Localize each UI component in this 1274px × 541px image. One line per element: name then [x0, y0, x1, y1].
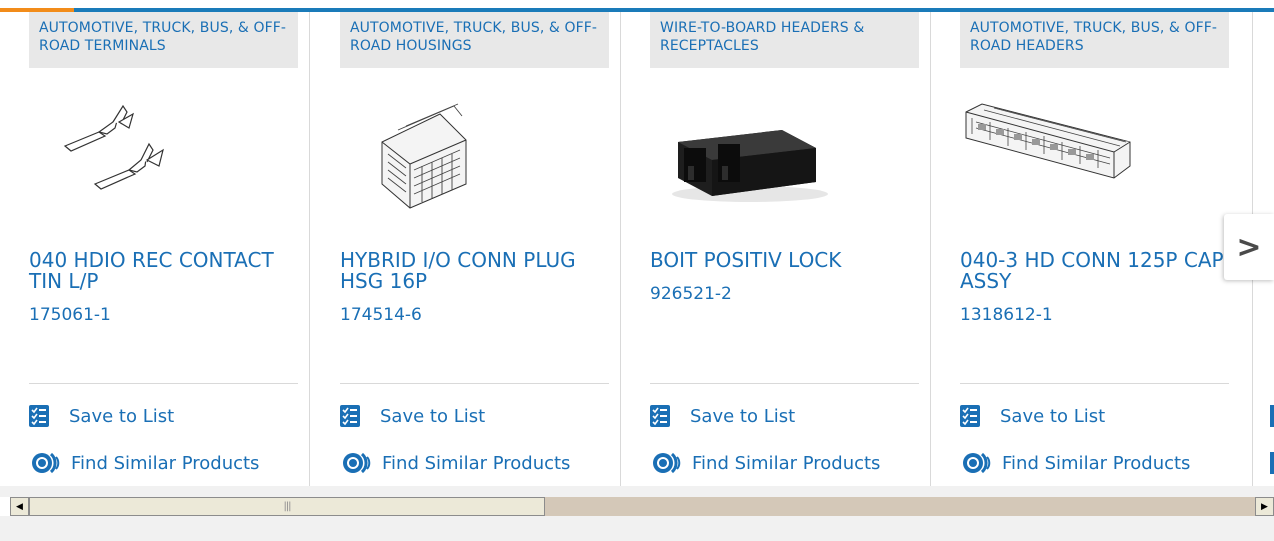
category-label[interactable]: AUTOMOTIVE, TRUCK, BUS, & OFF-ROAD TERMI…: [29, 12, 298, 68]
part-number-link[interactable]: 926521-2: [650, 284, 732, 304]
similar-products-icon: [343, 452, 371, 474]
card-separator: [29, 383, 298, 384]
scrollbar-thumb[interactable]: |||: [29, 497, 545, 516]
page-bottom-area: [0, 516, 1274, 541]
product-card: WIRE-TO-BOARD HEADERS & RECEPTACLES BOIT…: [650, 12, 931, 486]
scroll-left-arrow-icon[interactable]: ◀: [10, 497, 29, 516]
category-label[interactable]: AUTOMOTIVE, TRUCK, BUS, & OFF-ROAD HOUSI…: [340, 12, 609, 68]
save-to-list-label: Save to List: [380, 405, 486, 427]
checklist-icon: [29, 405, 49, 427]
find-similar-products-button[interactable]: Find Similar Products: [29, 450, 259, 476]
product-card: AUTOMOTIVE, TRUCK, BUS, & OFF-ROAD TERMI…: [29, 12, 310, 486]
product-image[interactable]: [960, 84, 1229, 214]
product-card: AUTOMOTIVE, TRUCK, BUS, & OFF-ROAD HEADE…: [960, 12, 1240, 486]
part-number-link[interactable]: 1318612-1: [960, 305, 1053, 325]
next-card-find-icon-peek: [1270, 452, 1274, 474]
similar-products-icon: [963, 452, 991, 474]
save-to-list-label: Save to List: [69, 405, 175, 427]
scrollbar-track[interactable]: [545, 497, 1255, 516]
carousel-gutter: [0, 486, 1274, 497]
checklist-icon: [650, 405, 670, 427]
product-image[interactable]: [340, 84, 609, 214]
product-image[interactable]: [650, 84, 919, 214]
part-number-link[interactable]: 174514-6: [340, 305, 422, 325]
find-similar-label: Find Similar Products: [382, 452, 571, 474]
find-similar-label: Find Similar Products: [1002, 452, 1191, 474]
similar-products-icon: [653, 452, 681, 474]
product-name-link[interactable]: 040-3 HD CONN 125P CAP ASSY: [960, 250, 1235, 292]
product-name-link[interactable]: BOIT POSITIV LOCK: [650, 250, 919, 271]
product-image[interactable]: [29, 84, 298, 214]
save-to-list-button[interactable]: Save to List: [650, 405, 795, 427]
next-card-save-icon-peek: [1270, 405, 1274, 427]
product-carousel: AUTOMOTIVE, TRUCK, BUS, & OFF-ROAD TERMI…: [0, 12, 1274, 486]
save-to-list-button[interactable]: Save to List: [340, 405, 485, 427]
find-similar-label: Find Similar Products: [71, 452, 260, 474]
product-card: AUTOMOTIVE, TRUCK, BUS, & OFF-ROAD HOUSI…: [340, 12, 621, 486]
card-separator: [960, 383, 1229, 384]
category-label[interactable]: WIRE-TO-BOARD HEADERS & RECEPTACLES: [650, 12, 919, 68]
find-similar-products-button[interactable]: Find Similar Products: [960, 450, 1190, 476]
part-number-link[interactable]: 175061-1: [29, 305, 111, 325]
checklist-icon: [960, 405, 980, 427]
scroll-right-arrow-icon[interactable]: ▶: [1255, 497, 1274, 516]
chevron-right-icon: >: [1236, 229, 1262, 265]
card-separator: [650, 383, 919, 384]
save-to-list-button[interactable]: Save to List: [960, 405, 1105, 427]
product-name-link[interactable]: 040 HDIO REC CONTACT TIN L/P: [29, 250, 298, 292]
save-to-list-label: Save to List: [1000, 405, 1106, 427]
category-label[interactable]: AUTOMOTIVE, TRUCK, BUS, & OFF-ROAD HEADE…: [960, 12, 1229, 68]
product-name-link[interactable]: HYBRID I/O CONN PLUG HSG 16P: [340, 250, 609, 292]
card-separator: [340, 383, 609, 384]
save-to-list-button[interactable]: Save to List: [29, 405, 174, 427]
find-similar-products-button[interactable]: Find Similar Products: [340, 450, 570, 476]
checklist-icon: [340, 405, 360, 427]
similar-products-icon: [32, 452, 60, 474]
find-similar-label: Find Similar Products: [692, 452, 881, 474]
save-to-list-label: Save to List: [690, 405, 796, 427]
horizontal-scrollbar[interactable]: ◀ ||| ▶: [10, 497, 1274, 516]
top-accent-bar: [0, 0, 1274, 12]
carousel-next-button[interactable]: >: [1224, 214, 1274, 280]
find-similar-products-button[interactable]: Find Similar Products: [650, 450, 880, 476]
scrollbar-grip-icon: |||: [283, 501, 291, 512]
